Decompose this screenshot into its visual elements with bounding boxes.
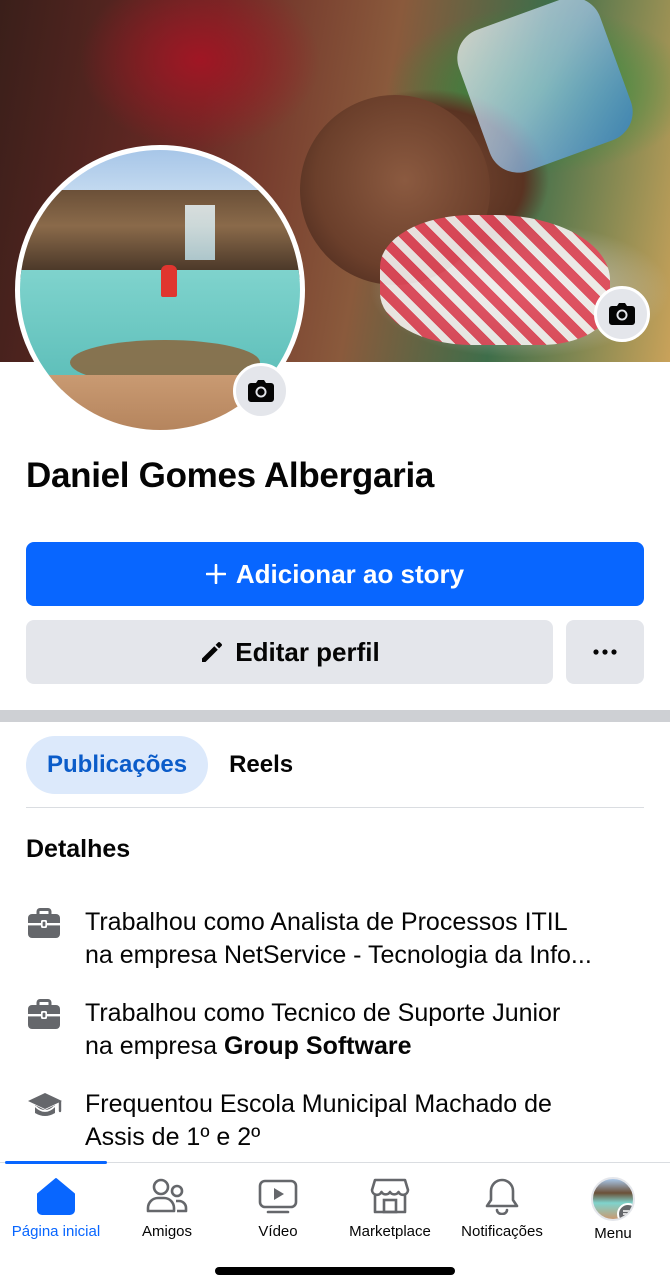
tabs-divider (26, 807, 644, 808)
graduation-cap-icon (26, 1088, 70, 1154)
detail-line: na empresa NetService - Tecnologia da In… (85, 941, 592, 969)
edit-profile-button[interactable]: Editar perfil (26, 620, 553, 684)
bottom-navigation-bar: Página inicial Amigos Vídeo Marketplace (0, 1161, 670, 1280)
camera-icon (248, 380, 274, 402)
detail-line: na empresa Group Software (85, 1030, 645, 1063)
home-indicator (215, 1267, 455, 1275)
detail-line: Frequentou Escola Municipal Machado de (85, 1090, 552, 1118)
section-divider (0, 710, 670, 722)
more-options-button[interactable] (566, 620, 644, 684)
detail-line: Assis de 1º e 2º (85, 1123, 261, 1151)
marketplace-icon (370, 1178, 410, 1214)
briefcase-icon (26, 906, 70, 972)
nav-label: Amigos (141, 1223, 193, 1240)
detail-item-work-2[interactable]: Trabalhou como Tecnico de Suporte Junior… (26, 997, 646, 1063)
nav-video[interactable]: Vídeo (222, 1177, 334, 1240)
add-to-story-label: Adicionar ao story (235, 558, 465, 589)
nav-label: Marketplace (349, 1223, 431, 1240)
camera-icon (609, 303, 635, 325)
tab-publicacoes[interactable]: Publicações (26, 736, 209, 794)
detail-item-work-1[interactable]: Trabalhou como Analista de Processos ITI… (26, 906, 646, 972)
nav-notifications[interactable]: Notificações (446, 1177, 558, 1240)
nav-home[interactable]: Página inicial (0, 1177, 112, 1240)
hamburger-icon (617, 1203, 633, 1219)
nav-marketplace[interactable]: Marketplace (334, 1177, 446, 1240)
detail-line: Trabalhou como Tecnico de Suporte Junior (85, 999, 561, 1027)
menu-avatar (591, 1177, 635, 1221)
tab-reels[interactable]: Reels (208, 736, 314, 794)
nav-label: Página inicial (11, 1223, 101, 1240)
active-tab-indicator (5, 1161, 107, 1164)
edit-cover-camera-button[interactable] (594, 286, 650, 342)
bell-icon (485, 1178, 519, 1215)
profile-tabs: Publicações Reels (26, 736, 314, 794)
edit-profile-picture-camera-button[interactable] (233, 363, 289, 419)
more-dots-icon (593, 649, 617, 655)
nav-label: Notificações (461, 1223, 543, 1240)
detail-line-prefix: na empresa (85, 1032, 224, 1060)
nav-menu[interactable]: Menu (557, 1177, 669, 1242)
nav-label: Vídeo (258, 1223, 298, 1240)
pencil-icon (199, 639, 225, 665)
profile-name: Daniel Gomes Albergaria (26, 456, 435, 495)
edit-profile-label: Editar perfil (235, 636, 380, 667)
detail-line: Trabalhou como Analista de Processos ITI… (85, 908, 568, 936)
company-name[interactable]: Group Software (224, 1032, 412, 1060)
details-title: Detalhes (26, 835, 131, 863)
nav-label: Menu (594, 1225, 632, 1242)
plus-icon (205, 564, 226, 584)
detail-item-education[interactable]: Frequentou Escola Municipal Machado de A… (26, 1088, 646, 1154)
briefcase-icon (26, 997, 70, 1063)
add-to-story-button[interactable]: Adicionar ao story (26, 542, 644, 606)
friends-icon (146, 1178, 188, 1213)
home-icon (37, 1178, 75, 1215)
nav-friends[interactable]: Amigos (111, 1177, 223, 1240)
video-icon (258, 1179, 298, 1214)
